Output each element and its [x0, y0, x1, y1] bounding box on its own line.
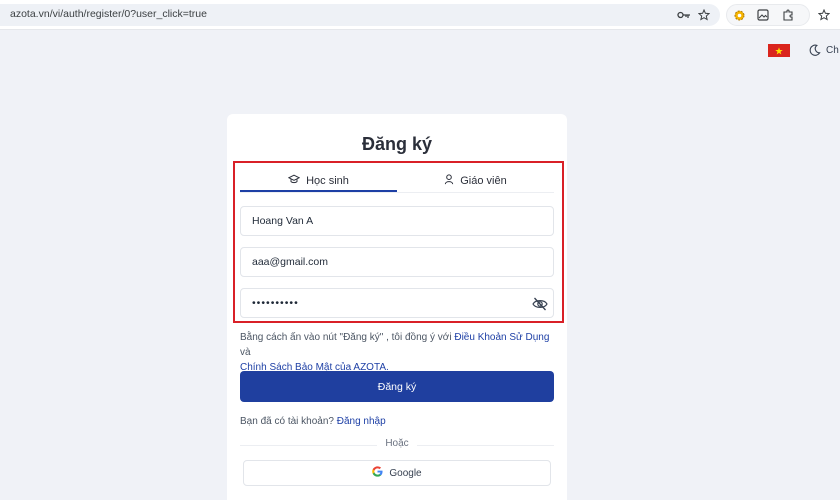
tab-teacher-label: Giáo viên [460, 175, 507, 187]
have-account-text: Bạn đã có tài khoản? [240, 416, 334, 427]
terms-prefix: Bằng cách ấn vào nút "Đăng ký" , tôi đồn… [240, 332, 452, 343]
email-field[interactable] [240, 247, 554, 277]
browser-toolbar: azota.vn/vi/auth/register/0?user_click=t… [0, 0, 840, 30]
or-label-wrap: Hoặc [227, 438, 567, 449]
password-field[interactable] [240, 288, 554, 318]
key-icon[interactable] [674, 5, 694, 25]
google-login-button[interactable]: Google [243, 460, 551, 486]
terms-text: Bằng cách ấn vào nút "Đăng ký" , tôi đồn… [240, 330, 558, 375]
terms-link[interactable]: Điều Khoản Sử Dụng [454, 332, 549, 343]
google-icon [372, 466, 383, 480]
vietnam-flag-icon[interactable] [768, 44, 790, 57]
or-label: Hoặc [377, 438, 417, 449]
page-title: Đăng ký [361, 134, 433, 154]
register-card: Đăng ký Học sinh Giáo viên Bằng cách ấn … [227, 114, 567, 500]
url-text[interactable]: azota.vn/vi/auth/register/0?user_click=t… [10, 8, 207, 20]
google-label: Google [389, 467, 422, 479]
active-tab-indicator [240, 190, 397, 192]
fullname-input[interactable] [241, 207, 553, 235]
login-link[interactable]: Đăng nhập [337, 416, 386, 427]
star-icon[interactable] [694, 5, 714, 25]
fullname-field[interactable] [240, 206, 554, 236]
login-prompt: Bạn đã có tài khoản? Đăng nhập [240, 416, 386, 427]
image-icon[interactable] [753, 5, 773, 25]
tab-student[interactable]: Học sinh [240, 170, 397, 192]
tab-divider [240, 192, 554, 193]
theme-label[interactable]: Ch [826, 45, 840, 56]
moon-icon[interactable] [806, 42, 822, 58]
extension-gear-icon[interactable] [729, 5, 749, 25]
puzzle-icon[interactable] [778, 5, 798, 25]
email-input[interactable] [241, 248, 553, 276]
password-input[interactable] [241, 289, 553, 317]
tab-teacher[interactable]: Giáo viên [397, 170, 554, 192]
user-icon [444, 174, 454, 188]
register-button[interactable]: Đăng ký [240, 371, 554, 402]
terms-and: và [240, 347, 251, 358]
bookmark-star-icon[interactable] [814, 5, 834, 25]
tab-student-label: Học sinh [306, 175, 349, 187]
address-bar[interactable]: azota.vn/vi/auth/register/0?user_click=t… [0, 4, 720, 26]
graduation-cap-icon [287, 174, 301, 188]
eye-off-icon[interactable] [531, 295, 549, 313]
